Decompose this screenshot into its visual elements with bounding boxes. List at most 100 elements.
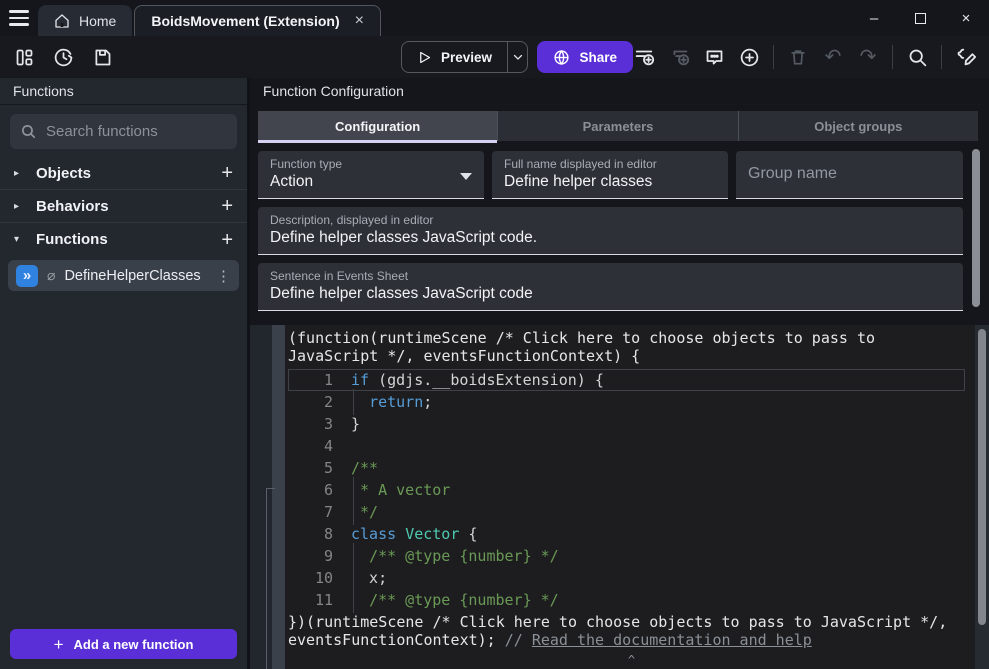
toolbar-left-group <box>13 46 113 68</box>
item-options-icon[interactable]: ⋮ <box>216 267 231 285</box>
code-line-4[interactable]: 4 <box>288 435 975 457</box>
search-functions-box[interactable] <box>10 114 237 149</box>
description-field[interactable]: Description, displayed in editor <box>258 207 963 255</box>
collapsed-arrow-icon: ▸ <box>14 201 24 212</box>
sidebar-section-functions[interactable]: ▾ Functions + <box>0 223 247 256</box>
preview-button[interactable]: Preview <box>402 42 507 72</box>
add-comment-icon[interactable] <box>703 46 725 68</box>
tab-object-groups[interactable]: Object groups <box>738 111 978 141</box>
event-drag-handle[interactable] <box>272 325 285 669</box>
function-item-definehelperclasses[interactable]: » ⌀ DefineHelperClasses ⋮ <box>8 260 239 291</box>
group-name-input[interactable] <box>748 165 951 183</box>
redo-icon[interactable]: ↷ <box>857 46 879 68</box>
plus-icon: + <box>54 636 64 653</box>
functions-sidebar: Functions ▸ Objects + ▸ Behaviors + ▾ Fu… <box>0 78 247 669</box>
add-event-icon[interactable] <box>633 46 655 68</box>
function-configuration-panel: Function Configuration Configuration Par… <box>250 78 989 669</box>
add-function-plus-button[interactable]: + <box>221 230 233 250</box>
close-tab-icon[interactable]: × <box>355 13 364 29</box>
search-functions-input[interactable] <box>46 123 245 140</box>
add-new-function-button[interactable]: + Add a new function <box>10 629 237 659</box>
line-number: 10 <box>288 569 333 587</box>
code-scrollbar-track <box>975 325 989 669</box>
tab-configuration[interactable]: Configuration <box>258 111 497 141</box>
main-menu-icon[interactable] <box>0 0 38 36</box>
code-line-3[interactable]: 3} <box>288 413 975 435</box>
code-line-1[interactable]: 1if (gdjs.__boidsExtension) { <box>288 369 965 391</box>
tab-boidsmovement[interactable]: BoidsMovement (Extension) × <box>134 5 381 36</box>
code-text: return; <box>351 393 432 411</box>
configuration-tabbar: Configuration Parameters Object groups <box>258 111 978 141</box>
sidebar-section-objects[interactable]: ▸ Objects + <box>0 157 247 190</box>
open-panels-icon[interactable] <box>13 46 35 68</box>
code-scrollbar[interactable] <box>978 329 986 625</box>
form-scrollbar[interactable] <box>972 149 980 307</box>
code-line-5[interactable]: 5/** <box>288 457 975 479</box>
line-number: 4 <box>288 437 333 455</box>
code-header-line[interactable]: (function(runtimeScene /* Click here to … <box>288 329 952 365</box>
play-icon <box>417 50 432 65</box>
delete-icon[interactable] <box>787 46 809 68</box>
code-editor[interactable]: (function(runtimeScene /* Click here to … <box>285 325 975 669</box>
tab-parameters[interactable]: Parameters <box>497 111 737 141</box>
window-controls: – × <box>851 0 989 36</box>
tab-home[interactable]: Home <box>38 5 132 36</box>
collapsed-arrow-icon: ▸ <box>14 168 24 179</box>
js-code-event: (function(runtimeScene /* Click here to … <box>250 325 989 669</box>
code-footer-line[interactable]: })(runtimeScene /* Click here to choose … <box>288 613 952 649</box>
home-tab-label: Home <box>79 13 116 29</box>
code-line-11[interactable]: 11 /** @type {number} */ <box>288 589 975 611</box>
search-icon[interactable] <box>906 46 928 68</box>
sentence-field[interactable]: Sentence in Events Sheet <box>258 263 963 311</box>
sentence-input[interactable] <box>270 285 951 303</box>
close-window-button[interactable]: × <box>943 0 989 36</box>
line-number: 7 <box>288 503 333 521</box>
function-type-select[interactable]: Function type Action <box>258 151 484 199</box>
line-number: 9 <box>288 547 333 565</box>
recent-history-icon[interactable] <box>52 46 74 68</box>
code-line-9[interactable]: 9 /** @type {number} */ <box>288 545 975 567</box>
minimize-button[interactable]: – <box>851 0 897 36</box>
window-titlebar: Home BoidsMovement (Extension) × – × <box>0 0 989 36</box>
maximize-button[interactable] <box>897 0 943 36</box>
expand-code-caret[interactable]: ^ <box>288 653 975 667</box>
toolbar-right-group: ↶ ↷ <box>633 45 977 69</box>
code-line-2[interactable]: 2 return; <box>288 391 975 413</box>
code-line-10[interactable]: 10 x; <box>288 567 975 589</box>
share-button[interactable]: Share <box>537 41 633 73</box>
footer-comment-slashes: // <box>505 631 532 649</box>
dropdown-arrow-icon <box>460 173 472 180</box>
code-text: x; <box>351 569 387 587</box>
search-icon <box>20 123 37 140</box>
globe-icon <box>553 49 570 66</box>
code-text: * A vector <box>351 481 450 499</box>
code-line-6[interactable]: 6 * A vector <box>288 479 975 501</box>
code-line-7[interactable]: 7 */ <box>288 501 975 523</box>
add-behavior-button[interactable]: + <box>221 196 233 216</box>
chevron-down-icon <box>512 51 524 63</box>
event-selection-bracket <box>266 488 267 669</box>
preview-options-button[interactable] <box>507 42 527 72</box>
group-name-field[interactable] <box>736 151 963 199</box>
code-text: /** <box>351 459 378 477</box>
full-name-field[interactable]: Full name displayed in editor <box>492 151 728 199</box>
sidebar-section-behaviors[interactable]: ▸ Behaviors + <box>0 190 247 223</box>
content-area: Functions ▸ Objects + ▸ Behaviors + ▾ Fu… <box>0 78 989 669</box>
function-type-value: Action <box>270 173 472 191</box>
add-circle-icon[interactable] <box>738 46 760 68</box>
toolbar-separator <box>773 45 774 69</box>
undo-icon[interactable]: ↶ <box>822 46 844 68</box>
main-panel-title: Function Configuration <box>250 78 989 105</box>
edit-extension-icon[interactable] <box>955 46 977 68</box>
code-text: } <box>351 415 360 433</box>
description-input[interactable] <box>270 229 951 247</box>
code-text: /** @type {number} */ <box>351 547 559 565</box>
add-object-button[interactable]: + <box>221 163 233 183</box>
code-line-8[interactable]: 8class Vector { <box>288 523 975 545</box>
full-name-input[interactable] <box>504 173 716 191</box>
home-icon <box>54 13 70 29</box>
save-icon[interactable] <box>91 46 113 68</box>
documentation-link[interactable]: Read the documentation and help <box>532 631 812 649</box>
line-number: 11 <box>288 591 333 609</box>
add-subevent-icon[interactable] <box>668 46 690 68</box>
